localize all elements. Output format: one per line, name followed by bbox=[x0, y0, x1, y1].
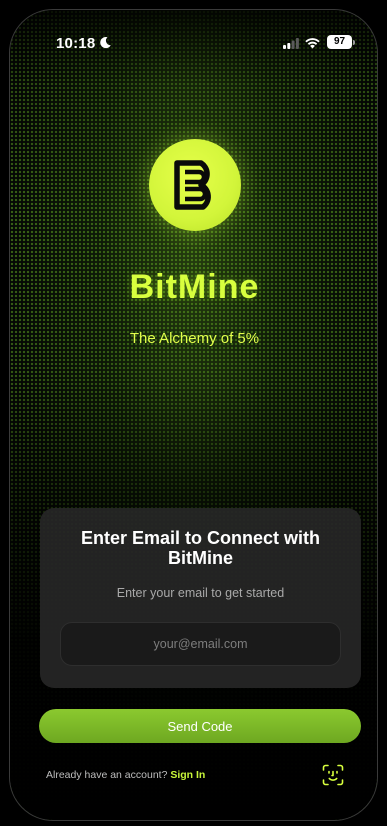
email-input[interactable] bbox=[60, 622, 341, 666]
wifi-icon bbox=[305, 38, 320, 49]
device-frame: 10:18 97 BitMine The Alchemy of 5% Enter… bbox=[0, 0, 387, 826]
card-subtitle: Enter your email to get started bbox=[116, 586, 285, 600]
brand-name: BitMine bbox=[129, 268, 260, 306]
status-bar: 10:18 97 bbox=[10, 10, 377, 56]
battery-icon: 97 bbox=[327, 35, 352, 49]
sign-in-link[interactable]: Sign In bbox=[170, 769, 205, 781]
battery-cap bbox=[353, 40, 355, 45]
brand-tagline: The Alchemy of 5% bbox=[129, 330, 260, 347]
signal-icon bbox=[283, 38, 299, 49]
email-card: Enter Email to Connect with BitMine Ente… bbox=[40, 508, 361, 688]
status-time: 10:18 bbox=[56, 35, 96, 52]
sign-in-prompt-text: Already have an account? bbox=[46, 769, 168, 781]
sign-in-prompt: Already have an account? Sign In bbox=[46, 769, 205, 781]
moon-icon bbox=[100, 36, 111, 49]
card-title: Enter Email to Connect with BitMine bbox=[80, 528, 321, 568]
app-screen: 10:18 97 BitMine The Alchemy of 5% Enter… bbox=[9, 9, 378, 821]
background-fade bbox=[10, 10, 377, 820]
send-code-button[interactable]: Send Code bbox=[39, 709, 361, 743]
face-id-icon[interactable] bbox=[322, 764, 344, 786]
bitmine-logo bbox=[149, 139, 241, 231]
logo-b-icon bbox=[174, 160, 211, 210]
